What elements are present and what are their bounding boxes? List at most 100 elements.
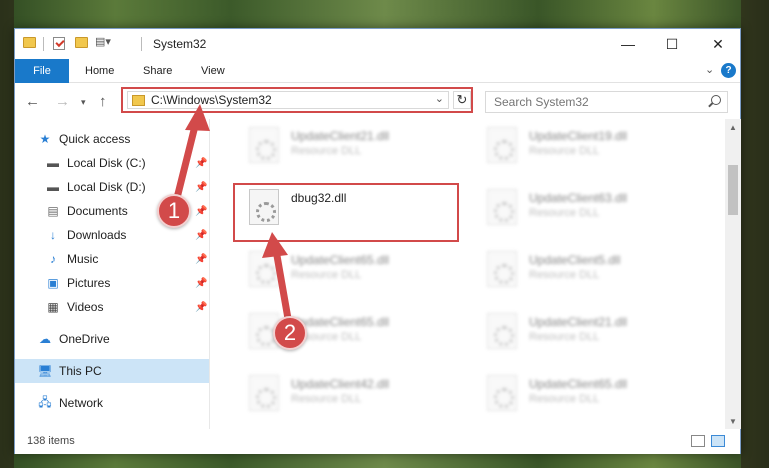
file-type: Resource DLL <box>529 207 600 219</box>
pin-icon[interactable]: 📌 <box>195 254 207 265</box>
sidebar-item-label: OneDrive <box>59 332 110 346</box>
toolbar-divider <box>141 37 142 51</box>
search-box[interactable] <box>485 91 728 113</box>
address-bar-highlight: C:\Windows\System32 ⌄ ↻ <box>121 87 473 113</box>
vertical-scrollbar[interactable]: ▲ ▼ <box>725 119 741 429</box>
title-bar: ▤▾ System32 — ☐ ✕ <box>15 29 740 59</box>
file-type: Resource DLL <box>529 331 600 343</box>
pin-icon[interactable]: 📌 <box>195 230 207 241</box>
help-icon[interactable]: ? <box>721 63 736 78</box>
sidebar-item-label: Network <box>59 396 104 410</box>
dll-file-icon <box>487 251 517 287</box>
sidebar-item-label: Local Disk (C:) <box>67 156 146 170</box>
file-name: UpdateClient19.dll <box>529 129 628 143</box>
file-list: UpdateClient21.dll Resource DLL UpdateCl… <box>211 119 723 429</box>
scrollbar-thumb[interactable] <box>728 165 738 215</box>
tab-home[interactable]: Home <box>85 65 114 77</box>
sidebar-item-label: Music <box>67 252 99 266</box>
videos-icon: ▦ <box>47 300 59 314</box>
dll-file-icon <box>249 127 279 163</box>
list-item[interactable]: UpdateClient21.dll Resource DLL <box>479 311 679 353</box>
sidebar-item-quick-access[interactable]: ★ Quick access <box>15 127 209 151</box>
minimize-button[interactable]: — <box>605 29 651 59</box>
onedrive-icon: ☁ <box>39 332 51 346</box>
dll-file-icon <box>487 375 517 411</box>
chevron-down-icon[interactable]: ⌄ <box>435 92 444 105</box>
file-name: UpdateClient21.dll <box>529 315 628 329</box>
background-tree-trunk <box>0 0 14 468</box>
recent-locations-icon[interactable]: ▾ <box>81 97 86 108</box>
new-folder-icon[interactable] <box>75 37 88 48</box>
dll-file-icon <box>487 313 517 349</box>
search-input[interactable] <box>486 92 696 112</box>
list-item[interactable]: UpdateClient42.dll Resource DLL <box>241 373 441 415</box>
navigation-bar: ← → ▾ ↑ C:\Windows\System32 ⌄ ↻ <box>15 83 740 119</box>
details-view-icon[interactable] <box>691 435 705 447</box>
forward-arrow-icon[interactable]: → <box>55 93 70 110</box>
drive-icon: ▬ <box>47 180 59 194</box>
scroll-up-icon[interactable]: ▲ <box>725 119 741 135</box>
sidebar-item-onedrive[interactable]: ☁ OneDrive <box>15 327 209 351</box>
address-text[interactable]: C:\Windows\System32 <box>151 93 272 107</box>
sidebar-item-label: Videos <box>67 300 104 314</box>
list-item[interactable]: UpdateClient65.dll Resource DLL <box>241 249 441 291</box>
file-type: Resource DLL <box>291 145 362 157</box>
list-item[interactable]: UpdateClient5.dll Resource DLL <box>479 249 679 291</box>
list-item[interactable]: UpdateClient63.dll Resource DLL <box>479 187 679 229</box>
expand-ribbon-icon[interactable]: ⌄ <box>705 63 714 76</box>
sidebar-item-label: Local Disk (D:) <box>67 180 146 194</box>
sidebar-item-pictures[interactable]: ▣ Pictures 📌 <box>15 271 209 295</box>
file-highlight-box <box>233 183 459 242</box>
sidebar-item-music[interactable]: ♪ Music 📌 <box>15 247 209 271</box>
tab-view[interactable]: View <box>201 65 225 77</box>
file-name: UpdateClient65.dll <box>529 377 628 391</box>
folder-icon <box>23 37 36 48</box>
status-bar: 138 items <box>15 429 740 454</box>
network-icon: 🖧 <box>38 394 52 409</box>
documents-icon: ▤ <box>47 204 59 218</box>
pin-icon[interactable]: 📌 <box>195 206 207 217</box>
file-name: UpdateClient63.dll <box>529 191 628 205</box>
up-arrow-icon[interactable]: ↑ <box>99 93 107 110</box>
tab-share[interactable]: Share <box>143 65 172 77</box>
close-button[interactable]: ✕ <box>695 29 741 59</box>
pane-divider[interactable] <box>209 119 210 429</box>
sidebar-item-network[interactable]: 🖧 Network <box>15 391 209 415</box>
large-icons-view-icon[interactable] <box>711 435 725 447</box>
window-title: System32 <box>153 37 207 51</box>
scroll-down-icon[interactable]: ▼ <box>725 413 741 429</box>
maximize-button[interactable]: ☐ <box>649 29 695 59</box>
refresh-icon[interactable]: ↻ <box>453 91 471 109</box>
pin-icon[interactable]: 📌 <box>195 158 207 169</box>
list-item[interactable]: UpdateClient65.dll Resource DLL <box>241 311 441 353</box>
customize-toolbar-icon[interactable]: ▤▾ <box>95 35 111 48</box>
list-item[interactable]: UpdateClient21.dll Resource DLL <box>241 125 441 167</box>
file-type: Resource DLL <box>529 393 600 405</box>
list-item[interactable]: UpdateClient19.dll Resource DLL <box>479 125 679 167</box>
sidebar-item-label: This PC <box>59 364 102 378</box>
search-icon[interactable] <box>711 95 721 105</box>
sidebar-item-label: Quick access <box>59 132 131 146</box>
pin-icon[interactable]: 📌 <box>195 182 207 193</box>
star-icon: ★ <box>39 132 51 146</box>
file-name: UpdateClient21.dll <box>291 129 390 143</box>
sidebar-item-this-pc[interactable]: 🖥 This PC <box>15 359 209 383</box>
address-bar[interactable]: C:\Windows\System32 ⌄ <box>127 91 449 109</box>
pin-icon[interactable]: 📌 <box>195 278 207 289</box>
list-item[interactable]: UpdateClient65.dll Resource DLL <box>479 373 679 415</box>
item-count: 138 items <box>27 435 75 447</box>
dll-file-icon <box>249 375 279 411</box>
pin-icon[interactable]: 📌 <box>195 302 207 313</box>
tab-file[interactable]: File <box>15 59 69 83</box>
file-name: UpdateClient42.dll <box>291 377 390 391</box>
sidebar-item-label: Downloads <box>67 228 127 242</box>
file-type: Resource DLL <box>291 269 362 281</box>
navigation-pane: ★ Quick access ▬ Local Disk (C:) 📌 ▬ Loc… <box>15 119 209 429</box>
toolbar-divider <box>43 37 44 51</box>
background-tree-trunk <box>741 0 769 468</box>
properties-icon[interactable] <box>53 37 65 50</box>
sidebar-item-local-disk-c[interactable]: ▬ Local Disk (C:) 📌 <box>15 151 209 175</box>
pictures-icon: ▣ <box>47 276 59 290</box>
sidebar-item-videos[interactable]: ▦ Videos 📌 <box>15 295 209 319</box>
back-arrow-icon[interactable]: ← <box>25 93 40 110</box>
